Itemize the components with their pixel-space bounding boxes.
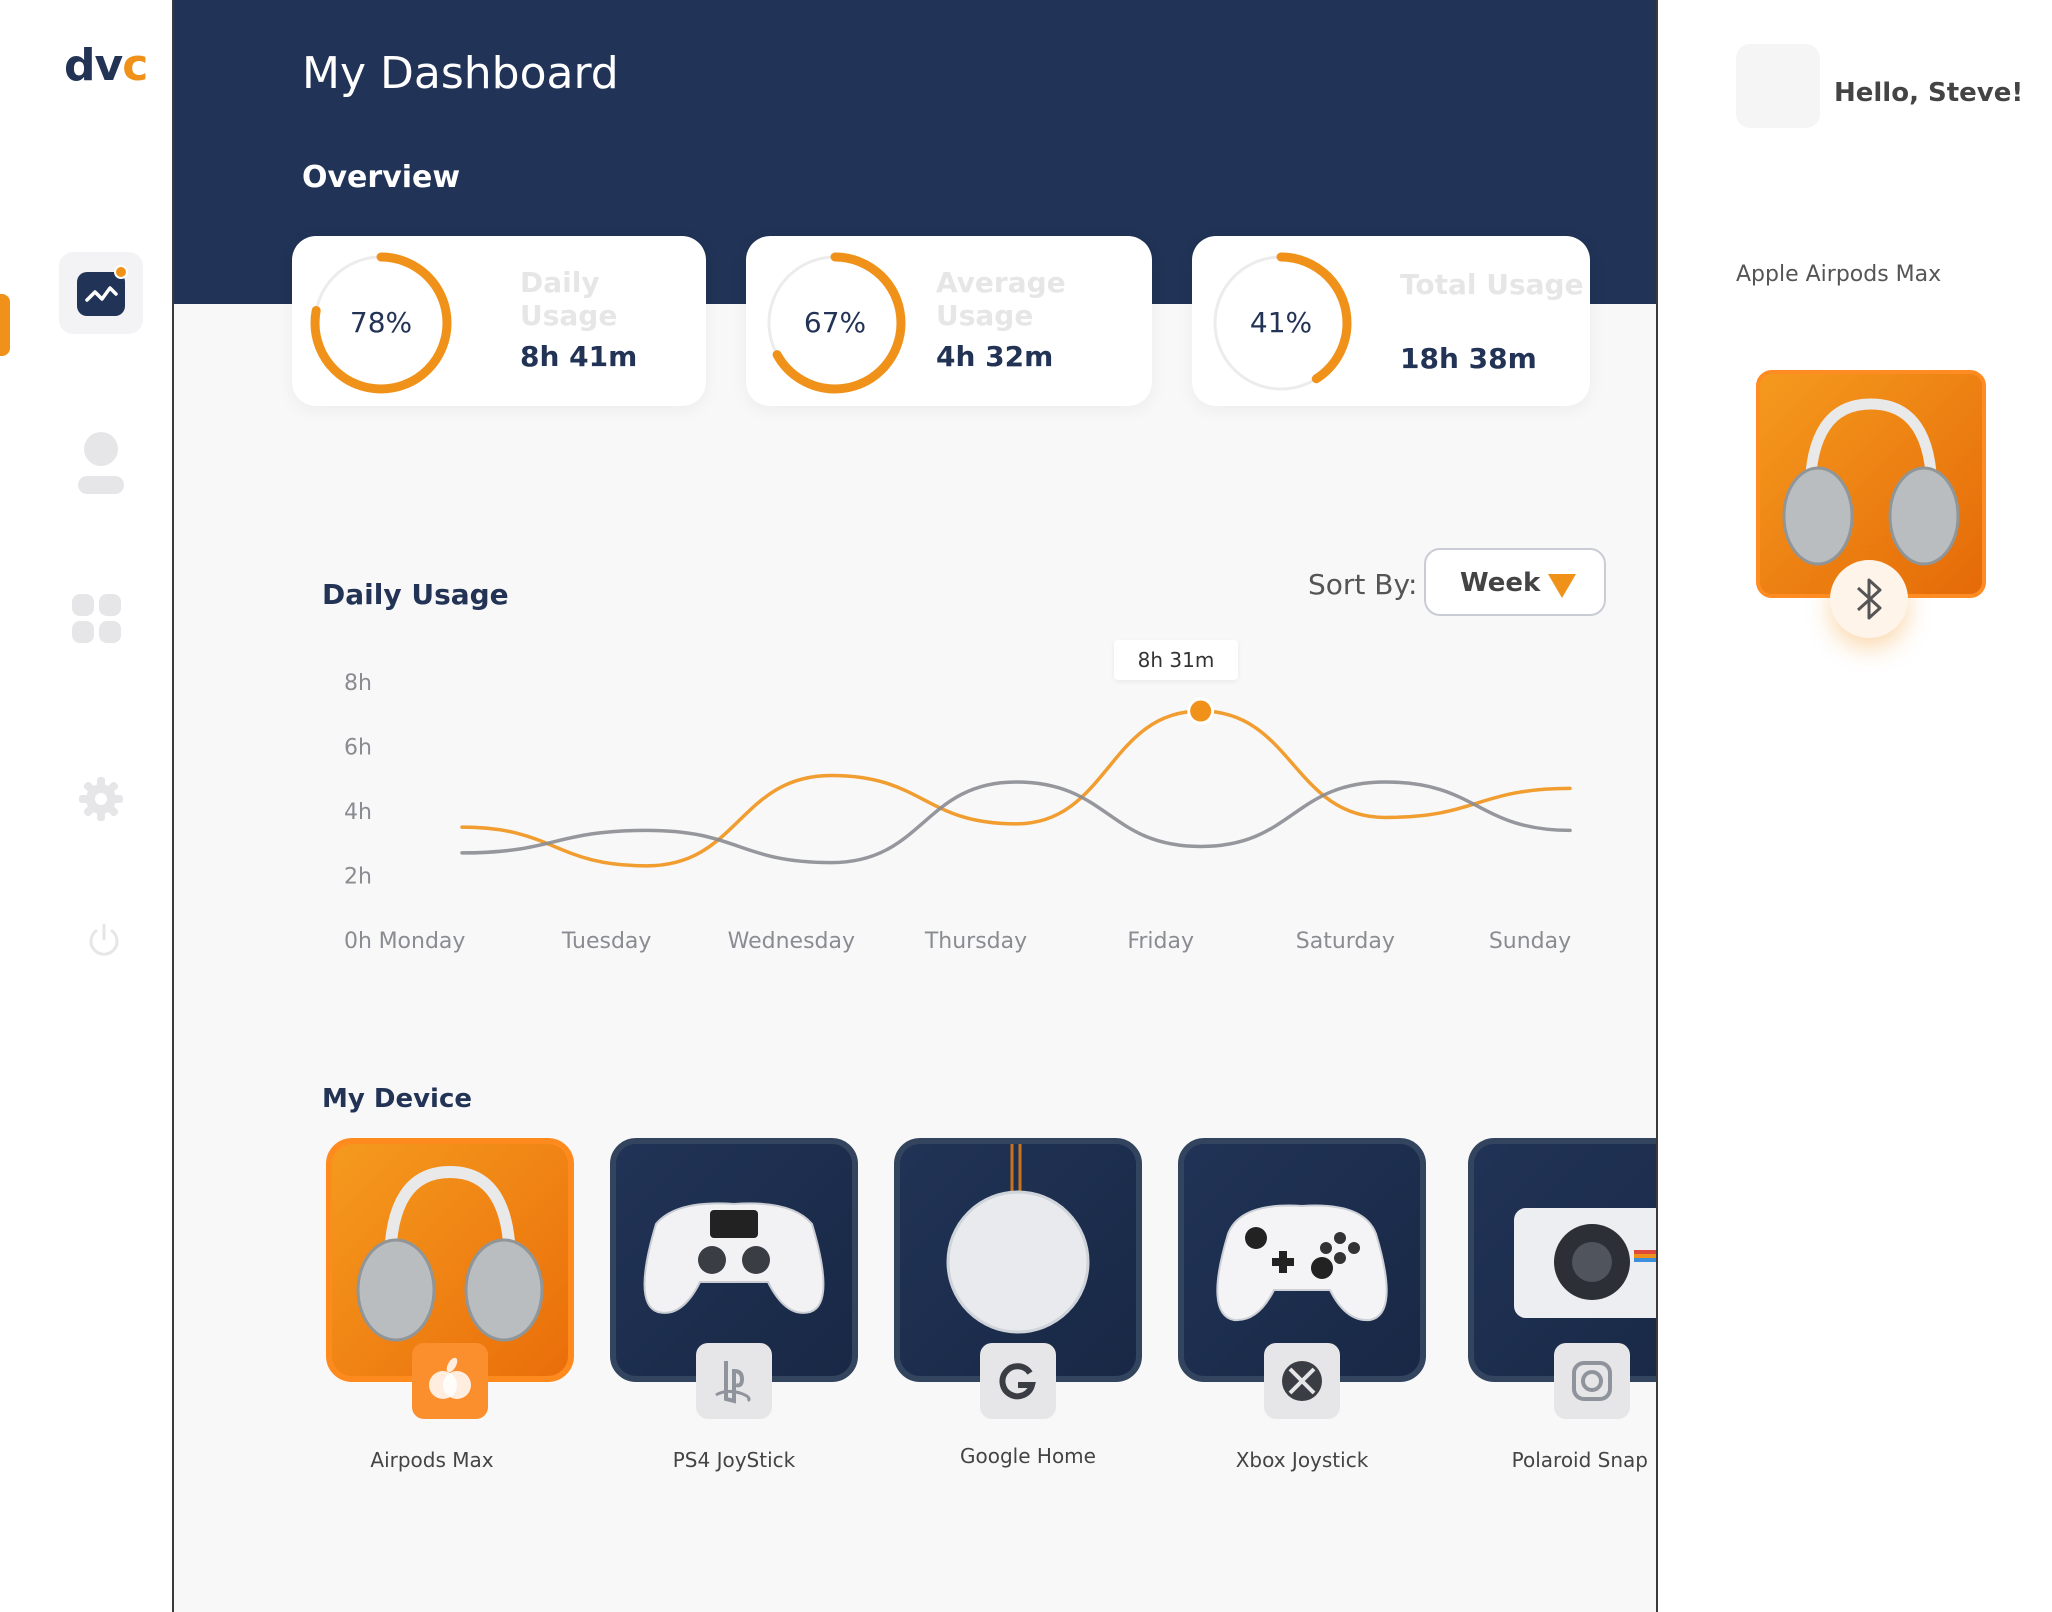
x-tick-label: Saturday (1296, 929, 1395, 954)
power-icon[interactable] (86, 922, 122, 958)
stat-label: Total Usage (1400, 268, 1584, 301)
device-name: Xbox Joystick (1235, 1448, 1369, 1472)
main-content: My Dashboard Overview 78% Daily Usage 8h… (172, 0, 1658, 1612)
x-tick-label: Monday (379, 929, 466, 954)
playstation-icon (696, 1343, 772, 1419)
apple-icon (412, 1343, 488, 1419)
highlight-point[interactable] (1187, 697, 1215, 725)
device-card-polaroid-snap[interactable]: Polaroid Snap (1468, 1138, 1656, 1472)
device-name: PS4 JoyStick (672, 1448, 796, 1472)
sidebar-item-analytics[interactable] (59, 252, 143, 334)
chart-tooltip: 8h 31m (1114, 640, 1238, 680)
stat-percent: 67% (803, 306, 867, 339)
greeting: Hello, Steve! (1834, 78, 2024, 108)
daily-usage-heading: Daily Usage (322, 578, 509, 611)
user-icon[interactable] (76, 432, 126, 496)
device-card-google-home[interactable]: Google Home (894, 1138, 1142, 1468)
sidebar: dvc (0, 0, 172, 1612)
active-nav-indicator (0, 294, 10, 356)
y-tick-label: 6h (344, 736, 372, 761)
device-name: Google Home (960, 1444, 1096, 1468)
device-name: Airpods Max (370, 1448, 494, 1472)
selected-device-name: Apple Airpods Max (1736, 262, 1942, 287)
page-title: My Dashboard (302, 48, 619, 99)
y-tick-label: 2h (344, 865, 372, 890)
stat-value: 18h 38m (1400, 342, 1537, 375)
grid-icon[interactable] (72, 594, 122, 644)
instagram-icon (1554, 1343, 1630, 1419)
gear-icon[interactable] (78, 776, 124, 822)
device-card-airpods-max[interactable]: Airpods Max (326, 1138, 574, 1472)
stat-card-average-usage[interactable]: 67% Average Usage 4h 32m (746, 236, 1152, 406)
stat-label: Average Usage (936, 266, 1066, 332)
stat-label: Daily Usage (520, 266, 618, 332)
sort-by-label: Sort By: (1308, 568, 1418, 601)
xbox-icon (1264, 1343, 1340, 1419)
logo[interactable]: dvc (64, 40, 148, 91)
sort-by-select[interactable]: Week (1424, 548, 1606, 616)
sort-by-value: Week (1460, 568, 1541, 598)
stat-card-daily-usage[interactable]: 78% Daily Usage 8h 41m (292, 236, 706, 406)
x-tick-label: Thursday (924, 929, 1027, 954)
device-card-xbox-joystick[interactable]: Xbox Joystick (1178, 1138, 1426, 1472)
notification-badge (114, 265, 128, 279)
chevron-down-icon (1548, 574, 1576, 598)
stat-card-total-usage[interactable]: 41% Total Usage 18h 38m (1192, 236, 1590, 406)
overview-heading: Overview (302, 160, 461, 195)
avatar[interactable] (1736, 44, 1820, 128)
device-card-ps4-joystick[interactable]: PS4 JoyStick (610, 1138, 858, 1472)
stat-percent: 41% (1249, 306, 1313, 339)
x-tick-label: Wednesday (728, 929, 855, 954)
series-line-1 (460, 709, 1572, 868)
stat-value: 4h 32m (936, 340, 1054, 373)
stat-percent: 78% (349, 306, 413, 339)
x-tick-label: Sunday (1489, 929, 1571, 954)
stat-value: 8h 41m (520, 340, 638, 373)
logo-accent: c (122, 40, 148, 91)
y-tick-label: 8h (344, 671, 372, 696)
right-panel: Hello, Steve! Apple Airpods Max (1662, 0, 2052, 1612)
y-tick-label: 0h (344, 929, 372, 954)
x-tick-label: Friday (1127, 929, 1194, 954)
google-icon (980, 1343, 1056, 1419)
y-tick-label: 4h (344, 800, 372, 825)
my-device-heading: My Device (322, 1084, 472, 1114)
logo-text: dv (64, 40, 123, 91)
bluetooth-icon[interactable] (1830, 560, 1908, 638)
daily-usage-chart: 8h 6h 4h 2h 0h Monday Tuesday Wednesday Thursday… (344, 671, 1572, 954)
device-name: Polaroid Snap (1511, 1448, 1648, 1472)
x-tick-label: Tuesday (561, 929, 652, 954)
